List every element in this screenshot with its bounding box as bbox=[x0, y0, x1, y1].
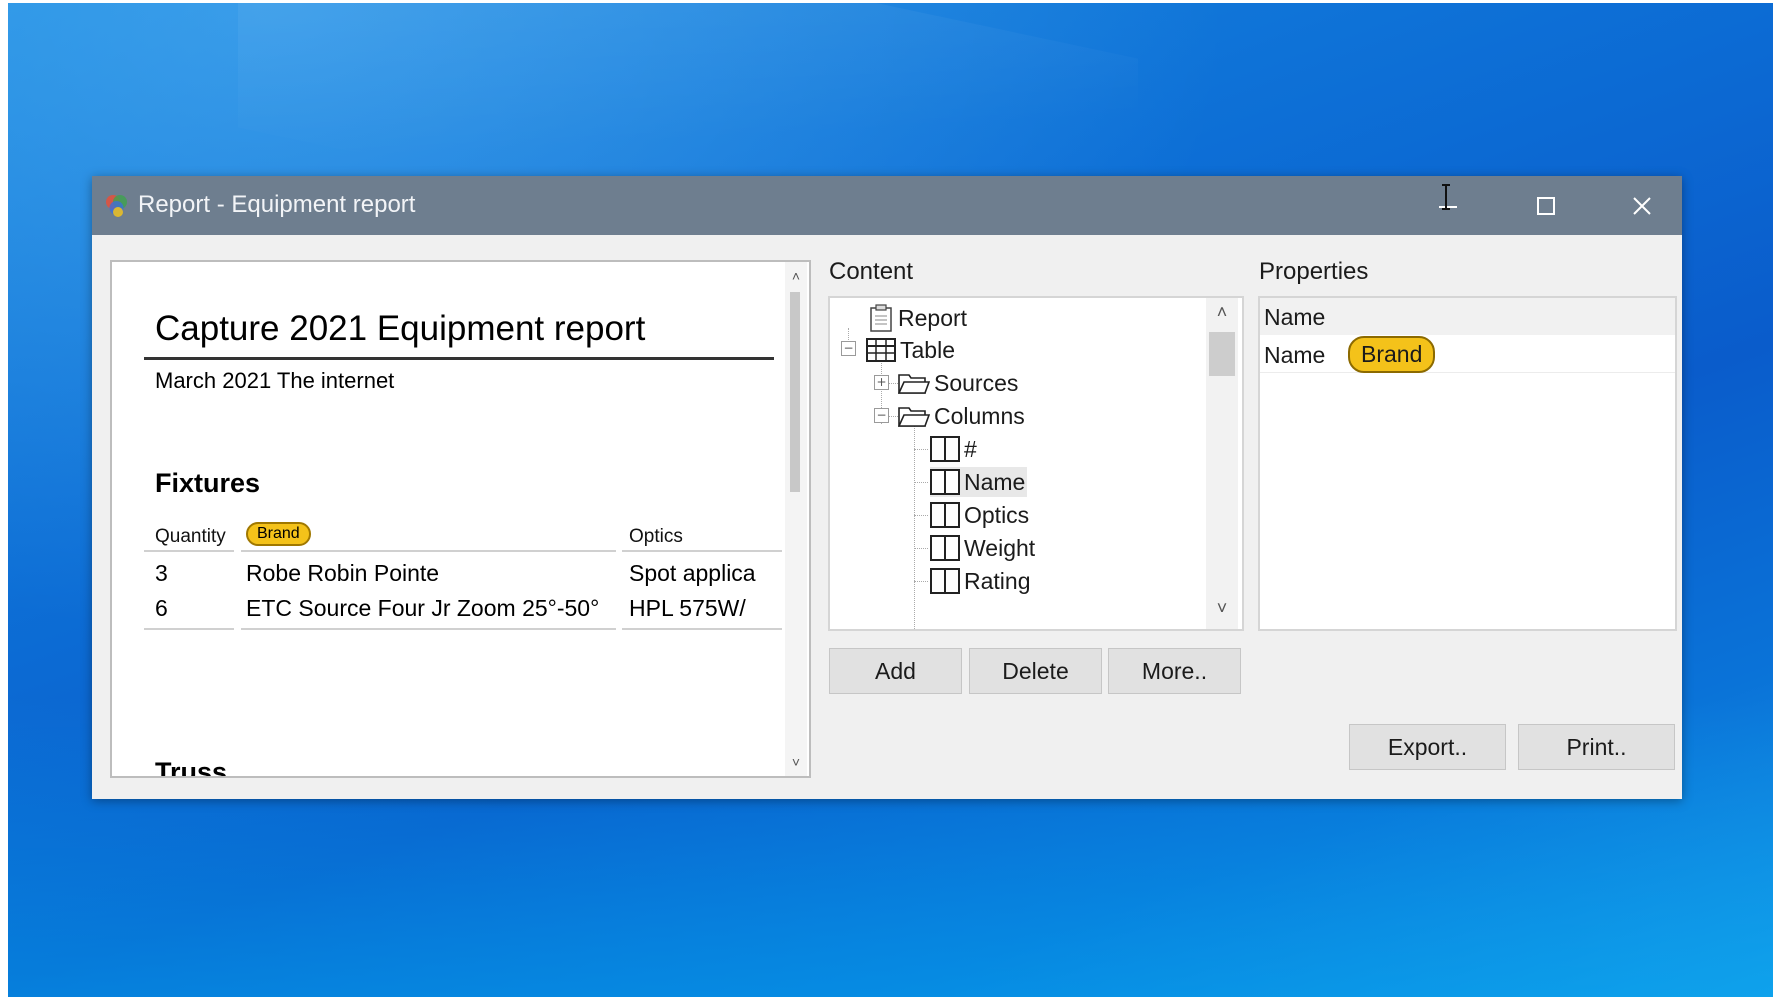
brand-field-pill: Brand bbox=[246, 522, 311, 546]
row-2-quantity: 6 bbox=[155, 595, 168, 621]
property-row-name[interactable]: Name Brand bbox=[1260, 335, 1675, 373]
tree-item-report[interactable]: Report bbox=[868, 303, 967, 333]
column-icon bbox=[930, 568, 960, 594]
app-icon bbox=[106, 195, 127, 217]
row-1-quantity: 3 bbox=[155, 560, 168, 586]
properties-header-label: Name bbox=[1264, 304, 1326, 330]
maximize-button[interactable] bbox=[1500, 176, 1592, 235]
tree-item-columns[interactable]: Columns bbox=[898, 401, 1025, 431]
column-icon bbox=[930, 436, 960, 462]
column-icon bbox=[930, 535, 960, 561]
tree-guide bbox=[888, 383, 898, 384]
properties-label: Properties bbox=[1259, 258, 1369, 285]
preview-page: Capture 2021 Equipment report March 2021… bbox=[112, 262, 782, 776]
column-icon bbox=[930, 469, 960, 495]
tree-scrollbar[interactable]: ˄ ˅ bbox=[1206, 298, 1238, 629]
content-tree[interactable]: Report − Table + Sources − Columns # Nam… bbox=[828, 296, 1244, 631]
maximize-icon bbox=[1537, 196, 1555, 215]
collapse-table-icon[interactable]: − bbox=[841, 341, 856, 356]
row-1-name: Robe Robin Pointe bbox=[246, 560, 440, 586]
collapse-columns-icon[interactable]: − bbox=[874, 408, 889, 423]
scroll-down-icon[interactable]: ˅ bbox=[788, 754, 804, 770]
tree-guide bbox=[914, 515, 928, 516]
scroll-thumb[interactable] bbox=[1209, 332, 1235, 376]
scroll-up-icon[interactable]: ˄ bbox=[788, 268, 804, 284]
tree-label-column: Optics bbox=[964, 501, 1030, 528]
tree-label-column: # bbox=[964, 435, 977, 462]
report-window: Report - Equipment report Capture 2021 E… bbox=[92, 176, 1682, 799]
row-1-optics: Spot applica bbox=[629, 560, 756, 586]
close-button[interactable] bbox=[1596, 176, 1688, 235]
tree-label-column: Name bbox=[964, 468, 1026, 495]
i-beam-cursor-icon bbox=[1442, 184, 1450, 210]
property-name: Name bbox=[1264, 342, 1326, 368]
brand-field-pill[interactable]: Brand bbox=[1348, 336, 1436, 373]
property-value-field[interactable]: Brand bbox=[1348, 336, 1436, 373]
report-subtitle: March 2021 The internet bbox=[155, 368, 395, 393]
folder-icon bbox=[898, 374, 930, 394]
section-heading: Fixtures bbox=[155, 468, 261, 498]
tree-guide bbox=[914, 449, 928, 450]
tree-item-sources[interactable]: Sources bbox=[898, 368, 1018, 398]
tree-guide bbox=[914, 581, 928, 582]
table-icon bbox=[866, 338, 896, 362]
more-button[interactable]: More.. bbox=[1108, 648, 1241, 694]
scroll-up-icon[interactable]: ˄ bbox=[1214, 302, 1230, 323]
row-underline bbox=[622, 628, 782, 630]
add-button[interactable]: Add bbox=[829, 648, 962, 694]
report-title: Capture 2021 Equipment report bbox=[155, 309, 646, 348]
tree-label-report: Report bbox=[898, 304, 968, 331]
preview-scrollbar[interactable]: ˄ ˅ bbox=[785, 262, 807, 776]
properties-header: Name bbox=[1260, 298, 1675, 335]
header-underline bbox=[241, 550, 616, 552]
export-button[interactable]: Export.. bbox=[1349, 724, 1506, 770]
tree-label-sources: Sources bbox=[934, 369, 1019, 396]
tree-guide bbox=[914, 424, 915, 629]
row-underline bbox=[144, 628, 234, 630]
scroll-down-icon[interactable]: ˅ bbox=[1214, 598, 1230, 619]
scroll-thumb[interactable] bbox=[790, 292, 800, 492]
tree-item-column-name[interactable]: Name bbox=[930, 467, 1028, 497]
row-underline bbox=[241, 628, 616, 630]
tree-label-columns: Columns bbox=[934, 402, 1025, 429]
title-divider bbox=[144, 357, 774, 360]
tree-guide bbox=[914, 548, 928, 549]
content-label: Content bbox=[829, 258, 914, 285]
header-underline bbox=[144, 550, 234, 552]
column-icon bbox=[930, 502, 960, 528]
tree-item-table[interactable]: Table bbox=[866, 335, 955, 365]
expand-sources-icon[interactable]: + bbox=[874, 375, 889, 390]
row-2-optics: HPL 575W/ bbox=[629, 595, 746, 621]
tree-label-column: Weight bbox=[964, 534, 1036, 561]
window-title: Report - Equipment report bbox=[138, 191, 416, 218]
tree-guide bbox=[888, 416, 898, 417]
tree-item-column-weight[interactable]: Weight bbox=[930, 533, 1035, 563]
close-icon bbox=[1633, 196, 1651, 215]
tree-item-column-rating[interactable]: Rating bbox=[930, 566, 1030, 596]
report-icon bbox=[870, 304, 892, 332]
next-section-heading: Truss bbox=[155, 757, 228, 776]
column-header-optics: Optics bbox=[629, 526, 683, 547]
column-header-quantity: Quantity bbox=[155, 526, 226, 547]
column-header-brand: Brand bbox=[246, 522, 311, 546]
tree-label-column: Rating bbox=[964, 567, 1031, 594]
tree-label-table: Table bbox=[900, 336, 955, 363]
folder-icon bbox=[898, 407, 930, 427]
tree-guide bbox=[914, 482, 928, 483]
tree-item-column-number[interactable]: # bbox=[930, 434, 977, 464]
row-2-name: ETC Source Four Jr Zoom 25°-50° bbox=[246, 595, 600, 621]
properties-grid[interactable]: Name Name Brand bbox=[1258, 296, 1677, 631]
delete-button[interactable]: Delete bbox=[969, 648, 1102, 694]
report-preview[interactable]: Capture 2021 Equipment report March 2021… bbox=[110, 260, 811, 778]
print-button[interactable]: Print.. bbox=[1518, 724, 1675, 770]
header-underline bbox=[622, 550, 782, 552]
tree-item-column-optics[interactable]: Optics bbox=[930, 500, 1029, 530]
